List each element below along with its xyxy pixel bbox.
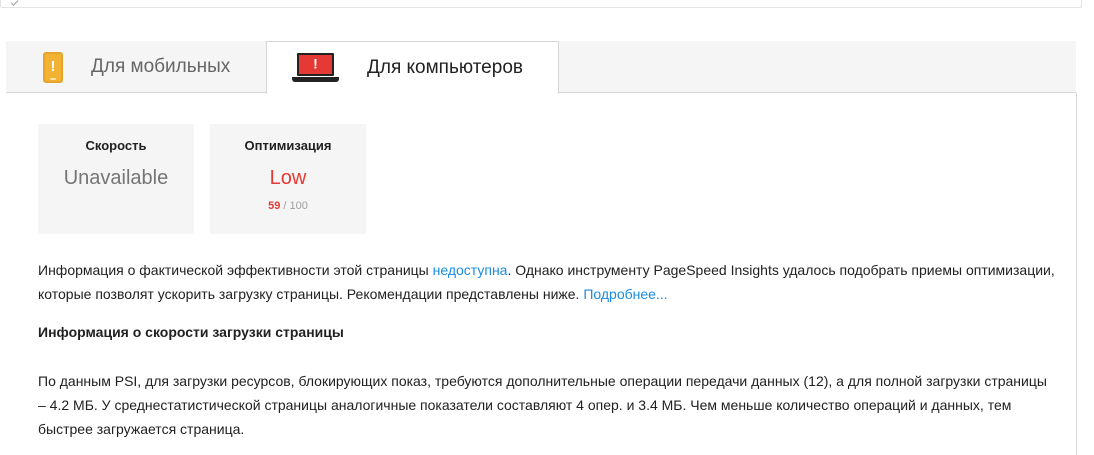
phone-warning-icon: ! bbox=[43, 51, 63, 83]
optimization-score: 59 / 100 bbox=[210, 200, 366, 212]
optimization-score-number: 59 bbox=[268, 200, 281, 212]
collapsed-panel-bar[interactable] bbox=[0, 0, 1082, 8]
page-stats-text: По данным PSI, для загрузки ресурсов, бл… bbox=[38, 373, 1047, 437]
tab-desktop[interactable]: ! Для компьютеров bbox=[266, 41, 559, 94]
content-border bbox=[1076, 93, 1077, 455]
tab-desktop-label: Для компьютеров bbox=[367, 56, 523, 78]
optimization-card-title: Оптимизация bbox=[244, 138, 332, 153]
notice-text-start: Информация о фактической эффективности э… bbox=[38, 262, 433, 278]
field-data-notice: Информация о фактической эффективности э… bbox=[38, 258, 1058, 306]
optimization-score-card: Оптимизация Low 59 / 100 bbox=[210, 124, 366, 234]
speed-score-card: Скорость Unavailable bbox=[38, 124, 194, 234]
tab-mobile[interactable]: ! Для мобильных bbox=[16, 41, 270, 93]
optimization-score-max: / 100 bbox=[283, 200, 308, 212]
chevron-down-icon bbox=[10, 0, 19, 6]
tab-mobile-label: Для мобильных bbox=[91, 56, 231, 77]
section-heading: Информация о скорости загрузки страницы bbox=[38, 324, 344, 340]
optimization-card-value: Low bbox=[269, 167, 307, 189]
speed-card-value: Unavailable bbox=[63, 167, 169, 189]
speed-card-title: Скорость bbox=[85, 138, 147, 153]
learn-more-link[interactable]: Подробнее... bbox=[583, 286, 667, 302]
unavailable-link[interactable]: недоступна bbox=[433, 262, 508, 278]
laptop-error-icon: ! bbox=[292, 52, 339, 83]
device-tabs: ! Для мобильных ! Для компьютеров bbox=[6, 41, 1076, 94]
